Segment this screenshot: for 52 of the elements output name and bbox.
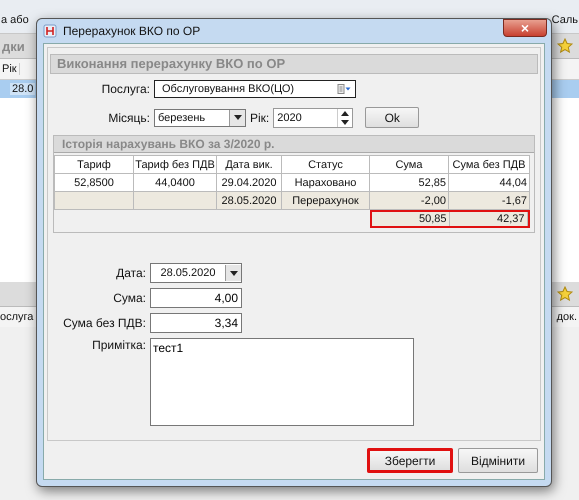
table-cell: 44,04 bbox=[448, 174, 530, 192]
table-cell: -2,00 bbox=[370, 192, 448, 210]
column-header: Сума bbox=[370, 156, 448, 174]
tab-label[interactable]: Саль bbox=[550, 14, 579, 26]
field-label: Рік: bbox=[250, 110, 270, 124]
column-header: док. bbox=[556, 311, 577, 323]
sum-field[interactable]: 3,34 bbox=[150, 313, 242, 333]
list-icon bbox=[337, 84, 351, 94]
field-label: Місяць: bbox=[107, 110, 150, 124]
ok-button[interactable]: Ok bbox=[365, 107, 420, 128]
caret-icon bbox=[230, 270, 238, 276]
field-label: Дата: bbox=[115, 266, 146, 280]
caret-icon bbox=[234, 115, 242, 120]
tab-label[interactable]: а або bbox=[0, 14, 30, 26]
star-icon[interactable] bbox=[557, 38, 573, 54]
table-cell: 50,85 bbox=[372, 212, 450, 226]
table-cell: 28.0 bbox=[10, 83, 36, 95]
table-cell: 52,8500 bbox=[54, 174, 134, 192]
note-field[interactable]: тест1 bbox=[150, 338, 414, 426]
panel-title: дки bbox=[2, 38, 25, 54]
table-cell: 29.04.2020 bbox=[216, 174, 282, 192]
field-label: Сума без ПДВ: bbox=[62, 316, 146, 330]
table-cell: 52,85 bbox=[370, 174, 448, 192]
star-icon[interactable] bbox=[557, 286, 573, 302]
service-dropdown[interactable]: Обслуговування ВКО(ЦО) bbox=[154, 80, 356, 98]
section-title: Виконання перерахунку ВКО по ОР bbox=[50, 54, 538, 74]
year-spinner[interactable]: 2020 bbox=[273, 108, 354, 128]
column-header: Тариф bbox=[54, 156, 134, 174]
sum-field[interactable]: 4,00 bbox=[150, 288, 242, 308]
dialog-button[interactable]: Відмінити bbox=[458, 448, 538, 473]
field-label: Послуга: bbox=[100, 82, 150, 96]
dialog-button[interactable]: Зберегти bbox=[367, 448, 453, 473]
column-header: Сума без ПДВ bbox=[448, 156, 530, 174]
column-header: Тариф без ПДВ bbox=[134, 156, 216, 174]
app-icon bbox=[43, 24, 57, 38]
column-header: Дата вик. bbox=[216, 156, 282, 174]
table-cell: 44,0400 bbox=[134, 174, 216, 192]
table-cell: 42,37 bbox=[450, 212, 528, 226]
table-cell: 28.05.2020 bbox=[216, 192, 282, 210]
table-cell: Перерахунок bbox=[282, 192, 370, 210]
table-cell: -1,67 bbox=[448, 192, 530, 210]
column-header: ослуга bbox=[0, 311, 34, 323]
spin-arrows-icon bbox=[341, 108, 350, 126]
field-label: Примітка: bbox=[91, 338, 146, 352]
month-dropdown[interactable]: березень bbox=[154, 108, 246, 126]
field-label: Сума: bbox=[112, 291, 146, 305]
section-title: Історія нарахувань ВКО за 3/2020 р. bbox=[54, 136, 534, 153]
window-title: Перерахунок ВКО по ОР bbox=[63, 24, 200, 38]
column-header: Рік bbox=[0, 63, 20, 75]
column-header: Статус bbox=[282, 156, 370, 174]
table-cell: Нараховано bbox=[282, 174, 370, 192]
date-picker[interactable]: 28.05.2020 bbox=[150, 263, 242, 283]
